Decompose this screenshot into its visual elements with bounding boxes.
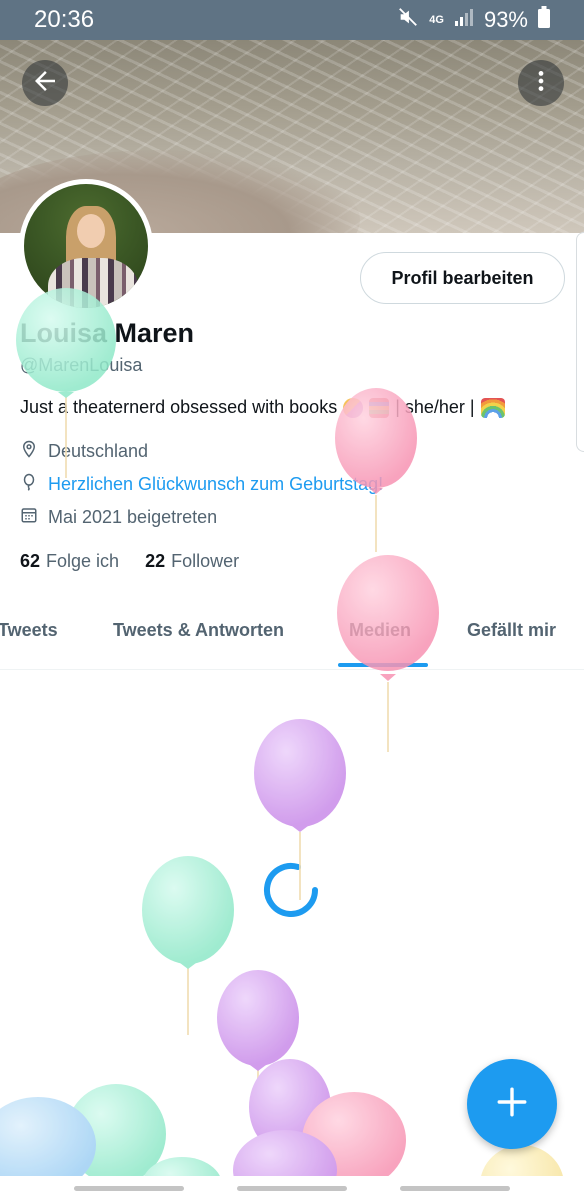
followers-label: Follower — [171, 551, 240, 571]
tab-tweets[interactable]: Tweets — [0, 620, 58, 641]
edit-profile-button[interactable]: Profil bearbeiten — [360, 252, 565, 304]
back-button[interactable] — [22, 60, 68, 106]
followers-count: 22 — [145, 551, 166, 571]
balloon — [0, 1097, 96, 1176]
scroll-edge — [576, 232, 584, 452]
nav-home[interactable] — [237, 1186, 347, 1191]
network-type: 4G — [429, 13, 444, 26]
bio-text: Just a theaternerd obsessed with books — [20, 397, 338, 417]
more-vertical-icon — [528, 68, 554, 99]
books-emoji — [369, 397, 390, 418]
active-tab-indicator — [338, 663, 428, 667]
status-bar: 20:36 4G 93% — [0, 0, 584, 40]
balloon — [302, 1092, 406, 1176]
balloon — [142, 856, 234, 1035]
following-count: 62 — [20, 551, 41, 571]
bio-pronouns: | she/her | — [395, 397, 475, 417]
signal-icon — [454, 7, 474, 33]
performing-arts-emoji — [343, 397, 364, 418]
system-navigation-bar — [0, 1176, 584, 1200]
tab-media[interactable]: Medien — [349, 620, 411, 641]
location-row: Deutschland — [20, 440, 148, 463]
compose-tweet-button[interactable] — [467, 1059, 557, 1149]
calendar-icon — [20, 506, 38, 529]
balloon-icon — [20, 473, 38, 496]
more-options-button[interactable] — [518, 60, 564, 106]
arrow-left-icon — [30, 66, 60, 101]
following-link[interactable]: 62 Folge ich — [20, 551, 119, 572]
balloon — [481, 1145, 563, 1176]
balloon — [66, 1084, 166, 1176]
birthday-row[interactable]: Herzlichen Glückwunsch zum Geburtstag! — [20, 473, 383, 496]
nav-recents[interactable] — [74, 1186, 184, 1191]
location-pin-icon — [20, 440, 38, 463]
status-time: 20:36 — [34, 6, 95, 33]
loading-spinner — [259, 858, 323, 922]
nav-back[interactable] — [400, 1186, 510, 1191]
avatar[interactable] — [19, 179, 153, 313]
status-icons: 4G 93% — [397, 6, 550, 34]
battery-percent: 93% — [483, 7, 528, 32]
joined-text: Mai 2021 beigetreten — [48, 507, 218, 527]
birthday-text[interactable]: Herzlichen Glückwunsch zum Geburtstag! — [48, 474, 383, 495]
following-label: Folge ich — [46, 551, 120, 571]
followers-link[interactable]: 22 Follower — [145, 551, 239, 572]
follow-counts: 62 Folge ich 22 Follower — [20, 551, 239, 572]
mute-icon — [397, 6, 419, 34]
profile-name: Louisa Maren — [20, 318, 195, 348]
joined-row: Mai 2021 beigetreten — [20, 506, 217, 529]
tab-likes[interactable]: Gefällt mir — [467, 620, 556, 641]
balloon — [217, 970, 299, 1120]
tab-tweets-replies[interactable]: Tweets & Antworten — [113, 620, 284, 641]
balloon — [144, 1157, 220, 1176]
location-text: Deutschland — [48, 441, 149, 461]
profile-handle: @MarenLouisa — [20, 355, 143, 375]
plus-icon — [495, 1085, 529, 1124]
profile-bio: Just a theaternerd obsessed with books |… — [20, 397, 505, 418]
rainbow-emoji — [480, 397, 505, 418]
balloon — [233, 1130, 337, 1176]
profile-tabs: Tweets Tweets & Antworten Medien Gefällt… — [0, 610, 584, 670]
balloon — [249, 1059, 331, 1155]
battery-icon — [538, 6, 550, 34]
